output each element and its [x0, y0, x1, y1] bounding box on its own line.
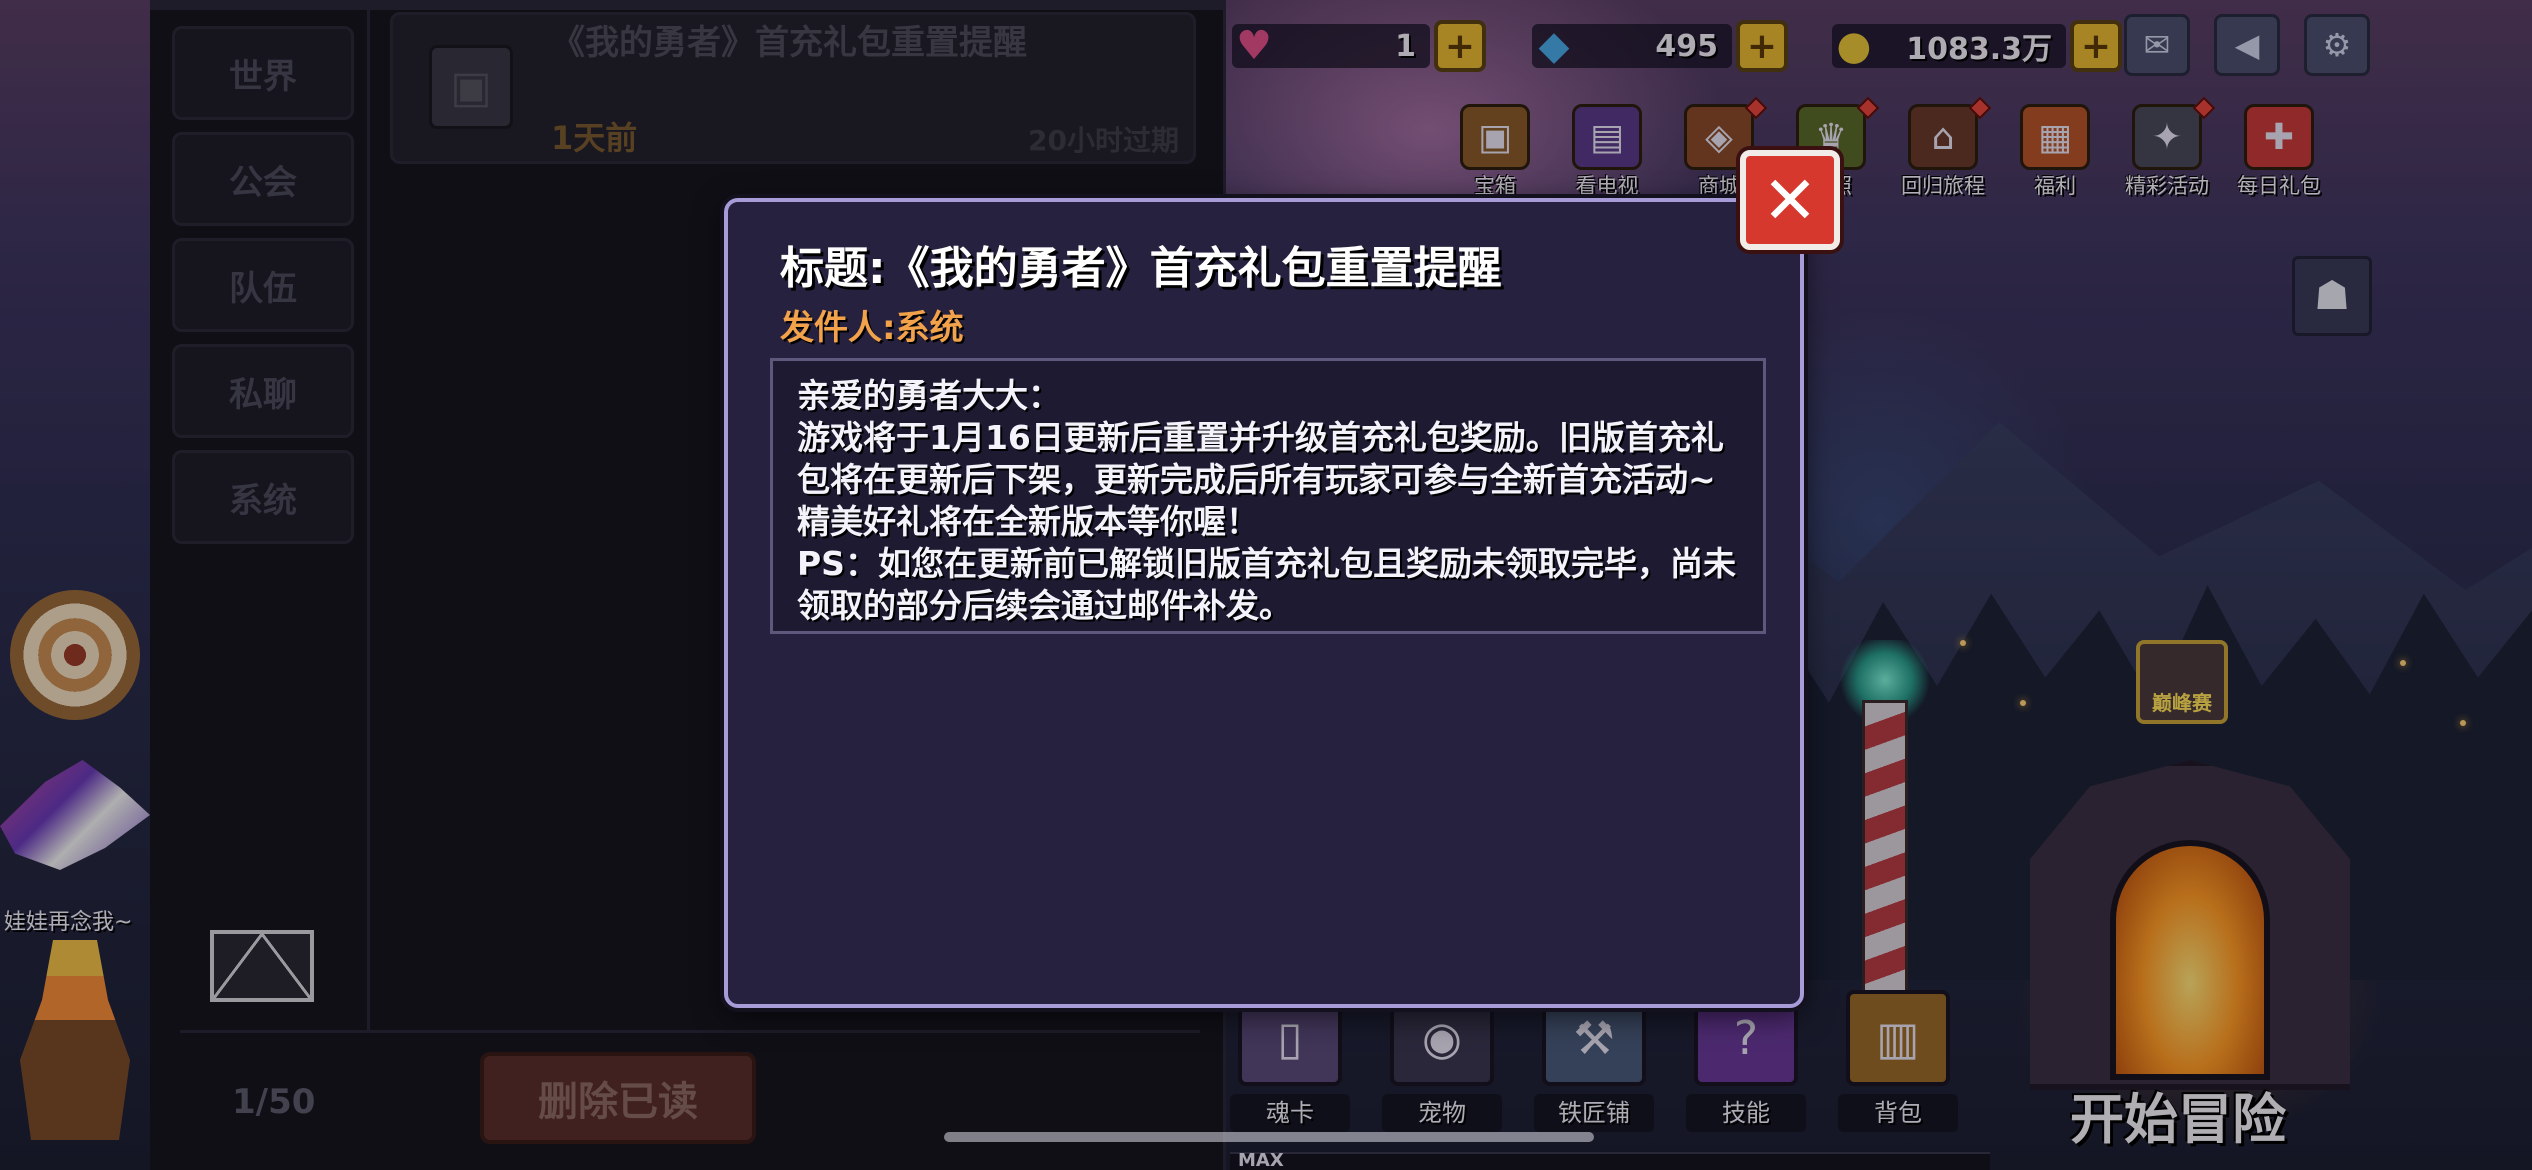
home-indicator[interactable] — [944, 1132, 1594, 1142]
dialog-sender: 发件人:系统 — [780, 308, 964, 348]
dialog-title: 标题:《我的勇者》首充礼包重置提醒 — [780, 243, 1502, 294]
dialog-paragraph: 游戏将于1月16日更新后重置并升级首充礼包奖励。旧版首充礼包将在更新后下架，更新… — [797, 418, 1724, 541]
dialog-ps: PS：如您在更新前已解锁旧版首充礼包且奖励未领取完毕，尚未领取的部分后续会通过邮… — [797, 544, 1736, 625]
dialog-body: 亲爱的勇者大大： 游戏将于1月16日更新后重置并升级首充礼包奖励。旧版首充礼包将… — [770, 358, 1766, 634]
close-icon: ✕ — [1762, 161, 1818, 239]
dialog-greeting: 亲爱的勇者大大： — [797, 376, 1061, 415]
mail-detail-dialog: 标题:《我的勇者》首充礼包重置提醒 发件人:系统 亲爱的勇者大大： 游戏将于1月… — [724, 198, 1804, 1008]
close-dialog-button[interactable]: ✕ — [1740, 150, 1840, 250]
